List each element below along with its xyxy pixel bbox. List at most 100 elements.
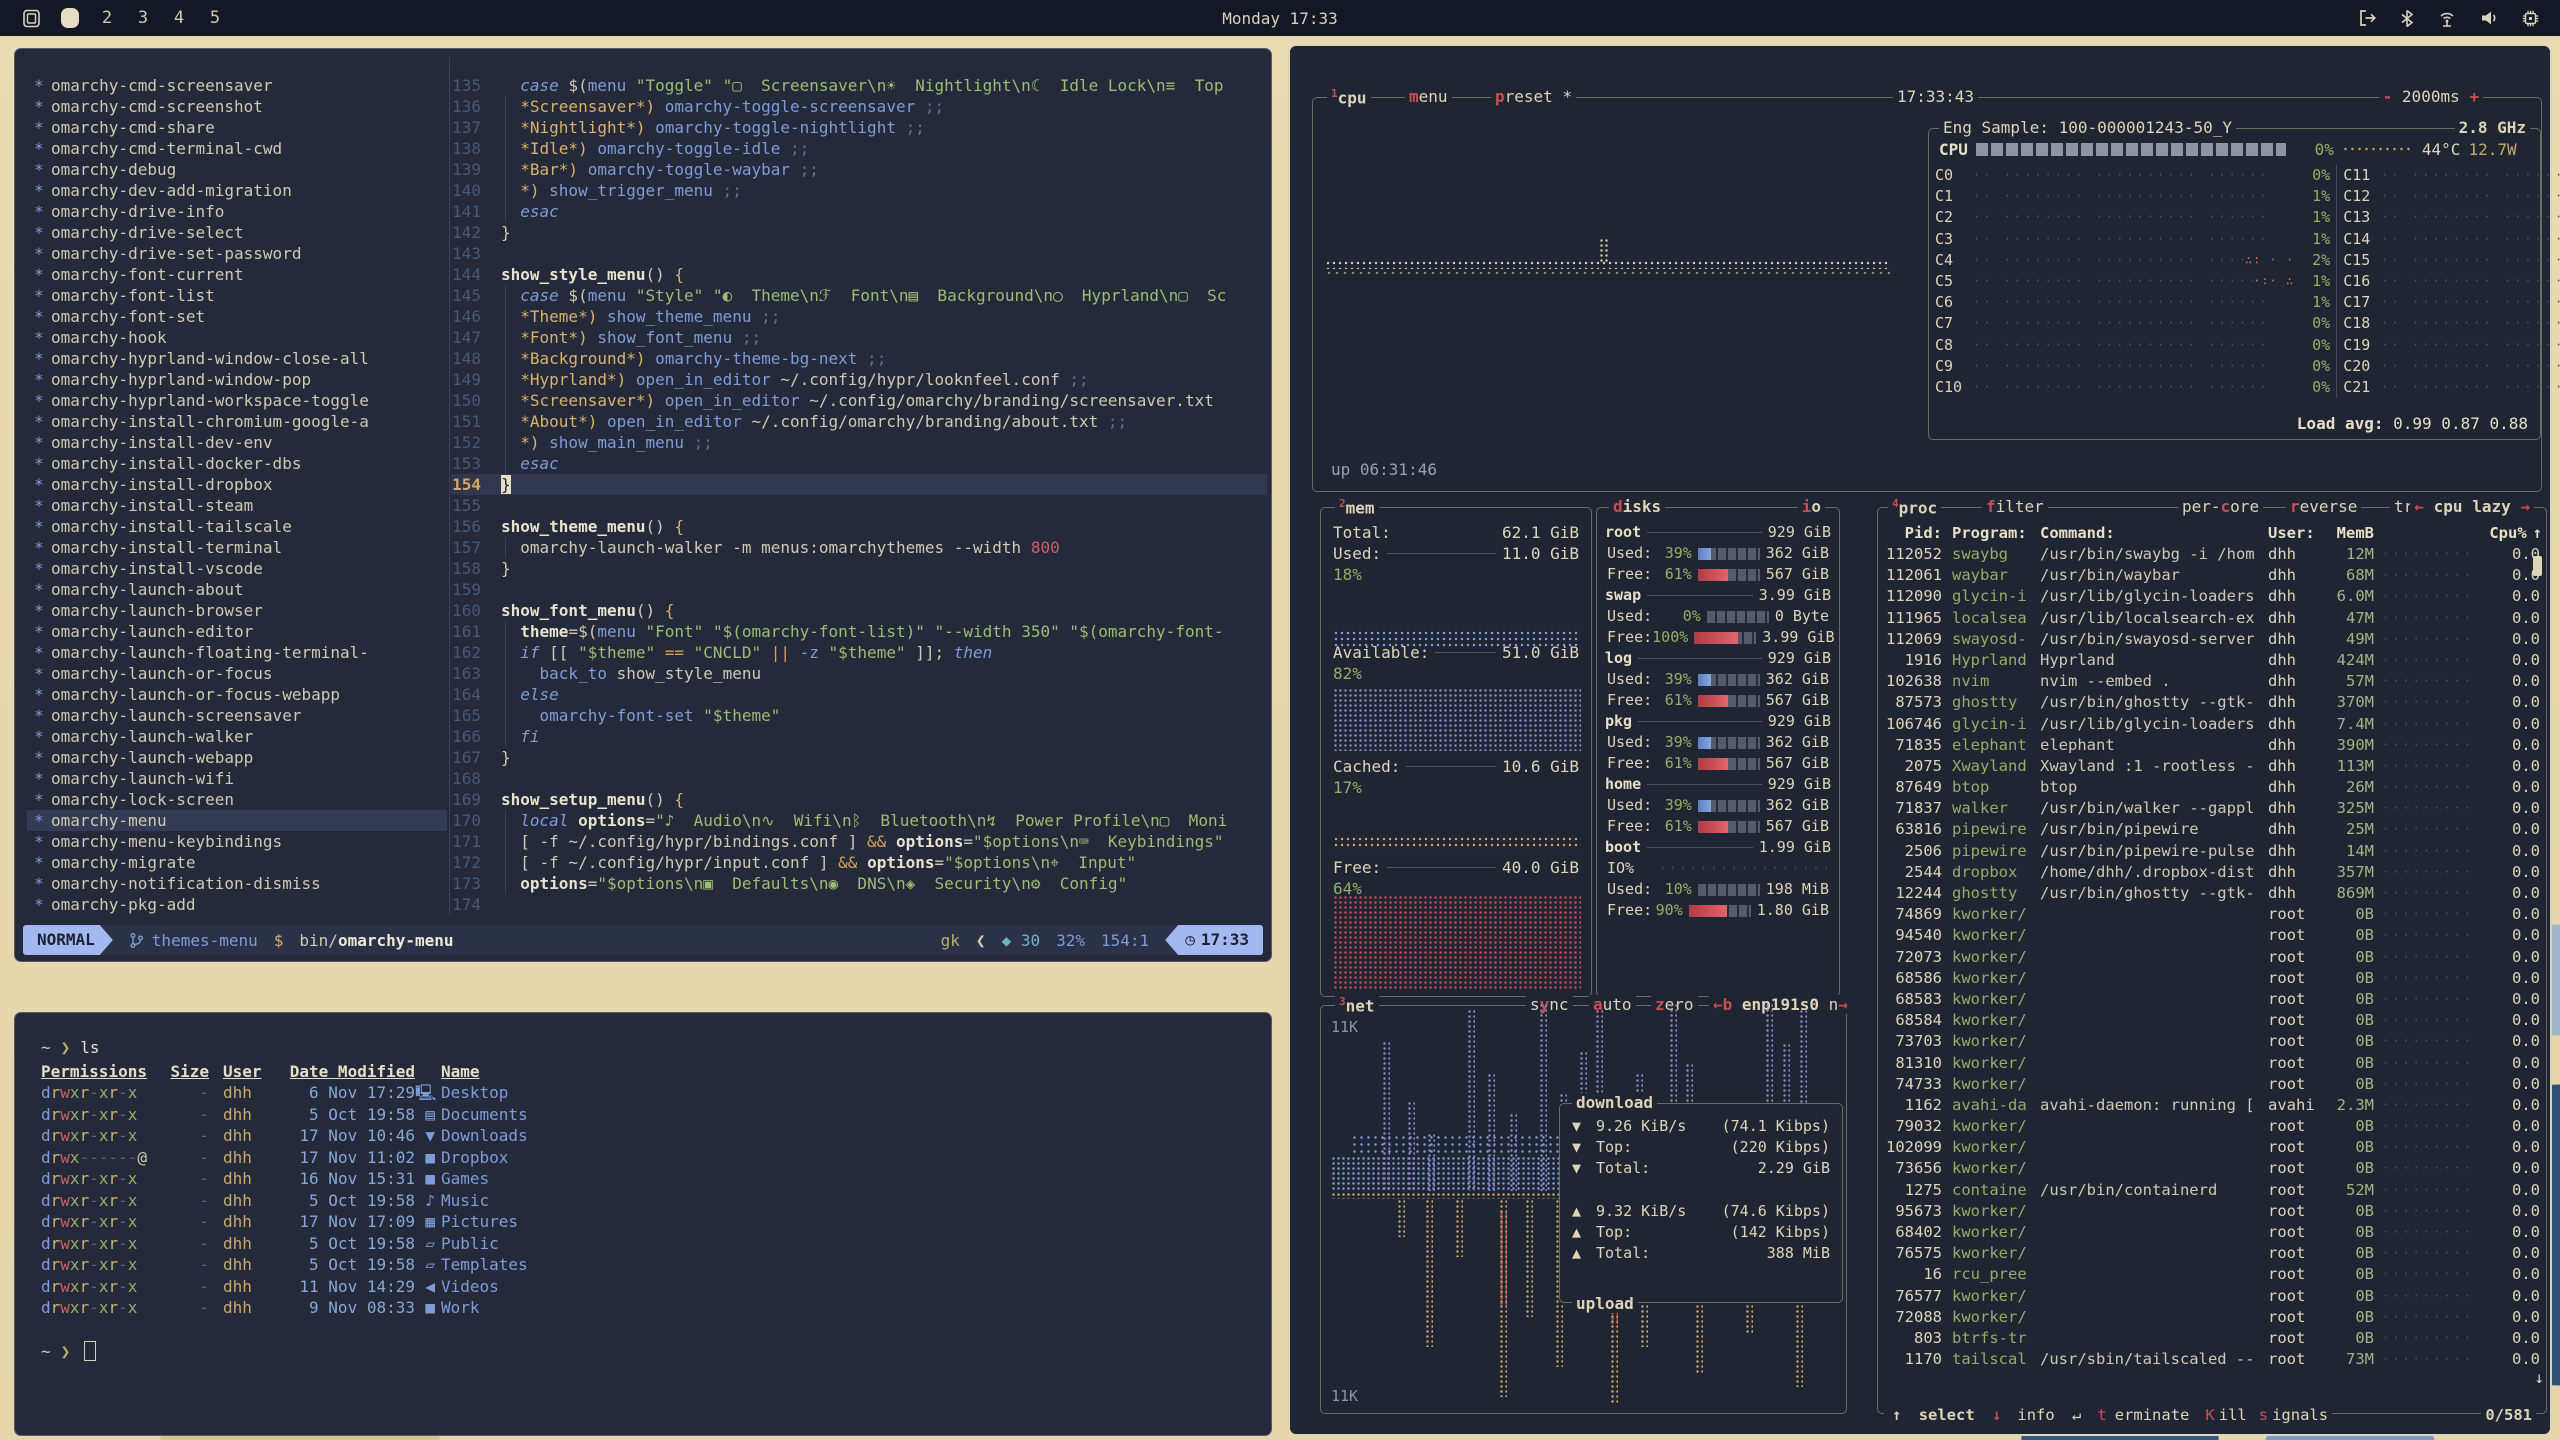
proc-percore-toggle[interactable]: per-core (2178, 497, 2263, 516)
process-row[interactable]: 16 rcu_pree root 0B 0.0 (1878, 1264, 2546, 1285)
file-item[interactable]: * omarchy-launch-floating-terminal- (27, 642, 447, 663)
proc-scrollbar-thumb[interactable] (2533, 556, 2542, 576)
terminate-hint[interactable]: terminate (2089, 1406, 2197, 1424)
process-row[interactable]: 112052 swaybg /usr/bin/swaybg -i /hom dh… (1878, 544, 2546, 565)
process-row[interactable]: 1916 Hyprland Hyprland dhh 424M 0.0 (1878, 650, 2546, 671)
terminal-cursor[interactable] (84, 1341, 96, 1361)
process-row[interactable]: 76577 kworker/ root 0B 0.0 (1878, 1286, 2546, 1307)
select-hint[interactable]: ↑ select ↓ (1884, 1406, 2009, 1424)
process-row[interactable]: 76575 kworker/ root 0B 0.0 (1878, 1243, 2546, 1264)
terminal-window[interactable]: ~ ❯ ls Permissions Size User Date Modifi… (14, 1012, 1272, 1436)
menu-button[interactable]: menu (1405, 87, 1452, 106)
proc-sort-nav[interactable]: ← cpu lazy → (2410, 497, 2534, 516)
file-item[interactable]: * omarchy-hyprland-workspace-toggle (27, 390, 447, 411)
proc-header[interactable]: Pid: Program: Command: User: MemB Cpu% ↑ (1878, 522, 2546, 544)
process-row[interactable]: 81310 kworker/ root 0B 0.0 (1878, 1053, 2546, 1074)
file-item[interactable]: * omarchy-lock-screen (27, 789, 447, 810)
process-row[interactable]: 87573 ghostty /usr/bin/ghostty --gtk- dh… (1878, 692, 2546, 713)
process-row[interactable]: 79032 kworker/ root 0B 0.0 (1878, 1116, 2546, 1137)
process-row[interactable]: 71837 walker /usr/bin/walker --gappl dhh… (1878, 798, 2546, 819)
file-item[interactable]: * omarchy-install-dev-env (27, 432, 447, 453)
file-item[interactable]: * omarchy-font-set (27, 306, 447, 327)
code-editor[interactable]: 135 case $(menu "Toggle" "▢ Screensaver\… (451, 75, 1267, 915)
process-row[interactable]: 803 btrfs-tr root 0B 0.0 (1878, 1328, 2546, 1349)
process-row[interactable]: 1170 tailscal /usr/sbin/tailscaled -- ro… (1878, 1349, 2546, 1370)
file-item[interactable]: * omarchy-drive-info (27, 201, 447, 222)
file-item[interactable]: * omarchy-launch-editor (27, 621, 447, 642)
process-row[interactable]: 1275 containe /usr/bin/containerd root 5… (1878, 1180, 2546, 1201)
refresh-interval[interactable]: - 2000ms + (2379, 87, 2483, 106)
process-row[interactable]: 102099 kworker/ root 0B 0.0 (1878, 1137, 2546, 1158)
file-item[interactable]: * omarchy-cmd-share (27, 117, 447, 138)
file-item[interactable]: * omarchy-launch-wifi (27, 768, 447, 789)
disks-box-title[interactable]: disks (1609, 497, 1665, 516)
process-row[interactable]: 68584 kworker/ root 0B 0.0 (1878, 1010, 2546, 1031)
process-row[interactable]: 73703 kworker/ root 0B 0.0 (1878, 1031, 2546, 1052)
file-item[interactable]: * omarchy-cmd-screenshot (27, 96, 447, 117)
file-item[interactable]: * omarchy-drive-set-password (27, 243, 447, 264)
process-row[interactable]: 102638 nvim nvim --embed . dhh 57M 0.0 (1878, 671, 2546, 692)
file-item[interactable]: * omarchy-hyprland-window-close-all (27, 348, 447, 369)
process-row[interactable]: 71835 elephant elephant dhh 390M 0.0 (1878, 735, 2546, 756)
process-row[interactable]: 111965 localsea /usr/lib/localsearch-ex … (1878, 608, 2546, 629)
file-item[interactable]: * omarchy-pkg-add (27, 894, 447, 915)
process-row[interactable]: 95673 kworker/ root 0B 0.0 (1878, 1201, 2546, 1222)
process-row[interactable]: 94540 kworker/ root 0B 0.0 (1878, 925, 2546, 946)
proc-reverse-toggle[interactable]: reverse (2286, 497, 2361, 516)
file-item[interactable]: * omarchy-launch-or-focus (27, 663, 447, 684)
proc-filter[interactable]: filter (1982, 497, 2048, 516)
process-row[interactable]: 73656 kworker/ root 0B 0.0 (1878, 1158, 2546, 1179)
process-row[interactable]: 68583 kworker/ root 0B 0.0 (1878, 989, 2546, 1010)
file-item[interactable]: * omarchy-font-current (27, 264, 447, 285)
kill-hint[interactable]: Kill (2197, 1406, 2250, 1424)
file-item[interactable]: * omarchy-cmd-terminal-cwd (27, 138, 447, 159)
file-item[interactable]: * omarchy-install-dropbox (27, 474, 447, 495)
file-item[interactable]: * omarchy-install-tailscale (27, 516, 447, 537)
process-row[interactable]: 112090 glycin-i /usr/lib/glycin-loaders … (1878, 586, 2546, 607)
process-list[interactable]: 112052 swaybg /usr/bin/swaybg -i /hom dh… (1878, 544, 2546, 1370)
process-row[interactable]: 68402 kworker/ root 0B 0.0 (1878, 1222, 2546, 1243)
process-row[interactable]: 74733 kworker/ root 0B 0.0 (1878, 1074, 2546, 1095)
file-item[interactable]: * omarchy-launch-walker (27, 726, 447, 747)
process-row[interactable]: 1162 avahi-da avahi-daemon: running [ av… (1878, 1095, 2546, 1116)
file-item[interactable]: * omarchy-cmd-screensaver (27, 75, 447, 96)
file-item[interactable]: * omarchy-install-chromium-google-a (27, 411, 447, 432)
file-item[interactable]: * omarchy-dev-add-migration (27, 180, 447, 201)
file-item[interactable]: * omarchy-launch-or-focus-webapp (27, 684, 447, 705)
pane-separator[interactable] (449, 57, 450, 915)
scroll-down-indicator[interactable]: ↓ (2534, 1368, 2544, 1387)
mem-box-title[interactable]: 2mem (1335, 497, 1379, 517)
preset-button[interactable]: preset * (1491, 87, 1576, 106)
process-row[interactable]: 106746 glycin-i /usr/lib/glycin-loaders … (1878, 714, 2546, 735)
file-item[interactable]: * omarchy-install-terminal (27, 537, 447, 558)
process-row[interactable]: 63816 pipewire /usr/bin/pipewire dhh 25M… (1878, 819, 2546, 840)
file-item[interactable]: * omarchy-hook (27, 327, 447, 348)
io-toggle[interactable]: io (1798, 497, 1825, 516)
process-row[interactable]: 12244 ghostty /usr/bin/ghostty --gtk- dh… (1878, 883, 2546, 904)
clock[interactable]: Monday 17:33 (0, 9, 2560, 28)
file-item[interactable]: * omarchy-drive-select (27, 222, 447, 243)
file-item[interactable]: * omarchy-install-vscode (27, 558, 447, 579)
file-item[interactable]: * omarchy-notification-dismiss (27, 873, 447, 894)
file-item[interactable]: * omarchy-install-docker-dbs (27, 453, 447, 474)
file-item[interactable]: * omarchy-install-steam (27, 495, 447, 516)
file-item[interactable]: * omarchy-migrate (27, 852, 447, 873)
process-row[interactable]: 112061 waybar /usr/bin/waybar dhh 68M 0.… (1878, 565, 2546, 586)
file-item[interactable]: * omarchy-menu (27, 810, 447, 831)
process-row[interactable]: 2544 dropbox /home/dhh/.dropbox-dist dhh… (1878, 862, 2546, 883)
process-row[interactable]: 74869 kworker/ root 0B 0.0 (1878, 904, 2546, 925)
process-row[interactable]: 2075 Xwayland Xwayland :1 -rootless - dh… (1878, 756, 2546, 777)
process-row[interactable]: 72088 kworker/ root 0B 0.0 (1878, 1307, 2546, 1328)
process-row[interactable]: 112069 swayosd- /usr/bin/swayosd-server … (1878, 629, 2546, 650)
signals-hint[interactable]: signals (2251, 1406, 2332, 1424)
file-item[interactable]: * omarchy-hyprland-window-pop (27, 369, 447, 390)
file-item[interactable]: * omarchy-launch-webapp (27, 747, 447, 768)
file-item[interactable]: * omarchy-debug (27, 159, 447, 180)
cpu-box-title[interactable]: 1cpu (1327, 87, 1371, 107)
process-row[interactable]: 68586 kworker/ root 0B 0.0 (1878, 968, 2546, 989)
file-item[interactable]: * omarchy-launch-screensaver (27, 705, 447, 726)
file-item[interactable]: * omarchy-menu-keybindings (27, 831, 447, 852)
file-item[interactable]: * omarchy-font-list (27, 285, 447, 306)
process-row[interactable]: 87649 btop btop dhh 26M 0.0 (1878, 777, 2546, 798)
process-row[interactable]: 72073 kworker/ root 0B 0.0 (1878, 947, 2546, 968)
